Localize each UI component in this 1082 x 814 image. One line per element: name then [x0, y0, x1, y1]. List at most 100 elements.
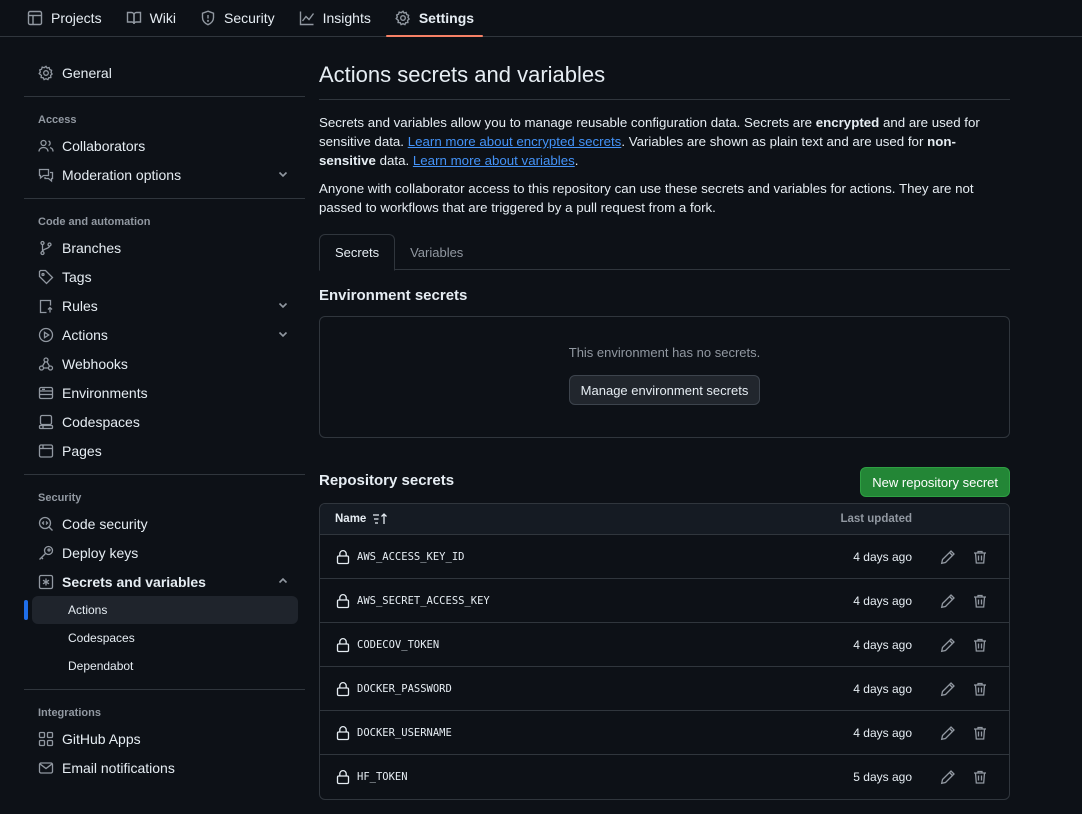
page-title: Actions secrets and variables	[319, 62, 606, 87]
sidebar-item-label: Email notifications	[62, 759, 175, 776]
webhook-icon	[38, 356, 54, 372]
last-updated-text: 4 days ago	[853, 593, 912, 608]
sidebar-item-label: Pages	[62, 442, 102, 459]
sort-ascending-icon[interactable]	[372, 512, 388, 526]
lock-icon	[336, 769, 350, 785]
secret-name: DOCKER_USERNAME	[357, 726, 452, 739]
lock-icon	[336, 725, 350, 741]
secret-name: CODECOV_TOKEN	[357, 638, 440, 651]
sidebar-item-pages[interactable]: Pages	[24, 436, 305, 465]
tab-projects[interactable]: Projects	[18, 0, 111, 36]
table-row: AWS_ACCESS_KEY_ID 4 days ago	[320, 535, 1009, 579]
trash-icon[interactable]	[972, 769, 988, 785]
codespaces-icon	[38, 414, 54, 430]
tab-variables[interactable]: Variables	[395, 234, 478, 270]
table-header: Name Last updated	[320, 504, 1009, 535]
sidebar-divider	[24, 96, 305, 97]
sidebar-item-label: Code security	[62, 515, 148, 532]
repository-secrets-heading: Repository secrets	[319, 472, 455, 489]
key-asterisk-icon	[38, 574, 54, 590]
sidebar-subitem-actions[interactable]: Actions	[24, 596, 298, 624]
play-icon	[38, 327, 54, 343]
pencil-icon[interactable]	[940, 725, 956, 741]
tab-label: Wiki	[149, 10, 177, 26]
tab-settings[interactable]: Settings	[385, 0, 484, 37]
codescan-icon	[38, 516, 54, 532]
sidebar-item-codespaces[interactable]: Codespaces	[24, 407, 305, 436]
sidebar-item-branches[interactable]: Branches	[24, 233, 305, 262]
sidebar-item-email-notifications[interactable]: Email notifications	[24, 753, 305, 782]
sidebar-item-label: Actions	[62, 326, 108, 343]
secret-name: DOCKER_PASSWORD	[357, 682, 452, 695]
chevron-down-icon[interactable]	[277, 168, 289, 180]
sidebar-item-label: Collaborators	[62, 137, 146, 154]
description-paragraph: Secrets and variables allow you to manag…	[319, 113, 1010, 170]
tab-insights[interactable]: Insights	[290, 0, 380, 36]
pencil-icon[interactable]	[940, 637, 956, 653]
trash-icon[interactable]	[972, 681, 988, 697]
sidebar-item-webhooks[interactable]: Webhooks	[24, 349, 305, 378]
chevron-down-icon[interactable]	[277, 299, 289, 311]
sidebar-subitem-codespaces[interactable]: Codespaces	[32, 624, 298, 652]
column-header-last-updated: Last updated	[840, 513, 912, 525]
sidebar-item-moderation[interactable]: Moderation options	[24, 160, 305, 189]
sidebar-item-label: General	[62, 64, 112, 81]
manage-environment-secrets-button[interactable]: Manage environment secrets	[568, 375, 761, 405]
sidebar-item-general[interactable]: General	[24, 58, 305, 87]
sidebar-item-secrets-variables[interactable]: Secrets and variables	[24, 567, 305, 596]
sidebar-divider	[24, 198, 305, 199]
gear-icon	[395, 10, 411, 26]
repo-nav: Projects Wiki Security Insights Settings	[0, 0, 1082, 37]
sidebar-item-label: Deploy keys	[62, 544, 139, 561]
trash-icon[interactable]	[972, 593, 988, 609]
lock-icon	[336, 549, 350, 565]
sidebar-item-label: Webhooks	[62, 355, 128, 372]
chevron-up-icon[interactable]	[277, 575, 289, 587]
tab-security[interactable]: Security	[191, 0, 284, 36]
sidebar-item-rules[interactable]: Rules	[24, 291, 305, 320]
settings-sidebar: General Access Collaborators Moderation …	[24, 58, 305, 782]
gear-icon	[38, 64, 54, 81]
empty-state-text: This environment has no secrets.	[568, 345, 761, 360]
table-row: DOCKER_USERNAME 4 days ago	[320, 711, 1009, 755]
trash-icon[interactable]	[972, 549, 988, 565]
lock-icon	[336, 681, 350, 697]
environment-secrets-heading: Environment secrets	[319, 287, 468, 304]
table-row: AWS_SECRET_ACCESS_KEY 4 days ago	[320, 579, 1009, 623]
trash-icon[interactable]	[972, 725, 988, 741]
sidebar-heading-access: Access	[38, 114, 77, 126]
sidebar-item-label: Moderation options	[62, 166, 182, 183]
sidebar-item-code-security[interactable]: Code security	[24, 509, 305, 538]
pencil-icon[interactable]	[940, 769, 956, 785]
learn-more-secrets-link[interactable]: Learn more about encrypted secrets	[408, 134, 622, 149]
pencil-icon[interactable]	[940, 549, 956, 565]
comment-discussion-icon	[38, 167, 54, 183]
sidebar-item-github-apps[interactable]: GitHub Apps	[24, 724, 305, 753]
sidebar-item-label: Environments	[62, 384, 148, 401]
chevron-down-icon[interactable]	[277, 328, 289, 340]
last-updated-text: 4 days ago	[853, 681, 912, 696]
key-icon	[38, 545, 54, 561]
sidebar-item-actions[interactable]: Actions	[24, 320, 305, 349]
tab-wiki[interactable]: Wiki	[117, 0, 185, 36]
trash-icon[interactable]	[972, 637, 988, 653]
sidebar-item-tags[interactable]: Tags	[24, 262, 305, 291]
table-row: CODECOV_TOKEN 4 days ago	[320, 623, 1009, 667]
pencil-icon[interactable]	[940, 593, 956, 609]
mail-icon	[38, 760, 54, 776]
tab-secrets[interactable]: Secrets	[319, 234, 396, 271]
sidebar-item-environments[interactable]: Environments	[24, 378, 305, 407]
sidebar-item-label: Branches	[62, 239, 122, 256]
title-divider	[319, 99, 1010, 100]
graph-icon	[299, 10, 315, 26]
column-header-name[interactable]: Name	[335, 513, 366, 525]
sidebar-item-deploy-keys[interactable]: Deploy keys	[24, 538, 305, 567]
learn-more-variables-link[interactable]: Learn more about variables	[413, 153, 575, 168]
sidebar-item-collaborators[interactable]: Collaborators	[24, 131, 305, 160]
new-repository-secret-button[interactable]: New repository secret	[860, 467, 1010, 497]
tag-icon	[38, 269, 54, 285]
secret-name: AWS_ACCESS_KEY_ID	[357, 550, 465, 563]
sidebar-subitem-dependabot[interactable]: Dependabot	[32, 652, 298, 680]
pencil-icon[interactable]	[940, 681, 956, 697]
last-updated-text: 5 days ago	[853, 770, 912, 784]
